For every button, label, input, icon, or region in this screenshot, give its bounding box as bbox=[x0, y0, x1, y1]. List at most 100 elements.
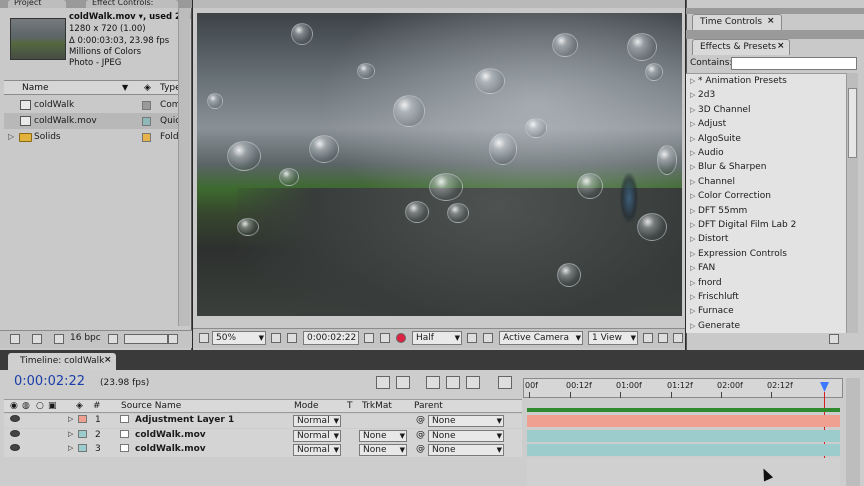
live-update-icon[interactable] bbox=[376, 376, 390, 389]
timeline-layer-row[interactable]: ▷ 1 Adjustment Layer 1 Normal ▼ @ None ▼ bbox=[4, 414, 522, 428]
layer-duration-bar[interactable] bbox=[527, 429, 840, 442]
project-item[interactable]: ▷ Solids Fold bbox=[4, 129, 188, 145]
expand-triangle-icon[interactable]: ▷ bbox=[690, 247, 698, 261]
bit-depth-button[interactable]: 16 bpc bbox=[70, 333, 101, 343]
effects-category[interactable]: ▷ Distort bbox=[690, 232, 728, 246]
new-folder-icon[interactable] bbox=[32, 334, 42, 344]
timeline-current-time[interactable]: 0:00:02:22 bbox=[14, 374, 85, 389]
effects-category[interactable]: ▷ Blur & Sharpen bbox=[690, 160, 766, 174]
work-area-bar[interactable] bbox=[527, 408, 840, 412]
expand-triangle-icon[interactable]: ▷ bbox=[8, 129, 14, 145]
expand-triangle-icon[interactable]: ▷ bbox=[690, 290, 698, 304]
tab-effects-presets[interactable]: Effects & Presets × bbox=[692, 39, 790, 55]
column-source-name[interactable]: Source Name bbox=[121, 401, 181, 411]
camera-dropdown[interactable]: Active Camera ▼ bbox=[499, 331, 583, 345]
effects-category[interactable]: ▷ DFT Digital Film Lab 2 bbox=[690, 218, 796, 232]
expand-triangle-icon[interactable]: ▷ bbox=[690, 74, 698, 88]
expand-triangle-icon[interactable]: ▷ bbox=[690, 261, 698, 275]
solo-icon[interactable]: ○ bbox=[36, 401, 44, 411]
timeline-layer-row[interactable]: ▷ 3 coldWalk.mov Normal ▼ None ▼ @ None ▼ bbox=[4, 443, 522, 457]
layer-trkmat-dropdown[interactable]: None ▼ bbox=[359, 429, 407, 442]
new-preset-icon[interactable] bbox=[829, 334, 839, 344]
layer-parent-dropdown[interactable]: None ▼ bbox=[428, 429, 504, 442]
audio-icon[interactable]: ◍ bbox=[22, 401, 30, 411]
expand-triangle-icon[interactable]: ▷ bbox=[690, 132, 698, 146]
effects-category[interactable]: ▷ * Animation Presets bbox=[690, 74, 787, 88]
effects-category[interactable]: ▷ AlgoSuite bbox=[690, 132, 741, 146]
tab-time-controls[interactable]: Time Controls × bbox=[692, 14, 782, 30]
expand-triangle-icon[interactable]: ▷ bbox=[690, 232, 698, 246]
effects-category[interactable]: ▷ DFT 55mm bbox=[690, 204, 747, 218]
project-item[interactable]: coldWalk Com bbox=[4, 97, 188, 113]
parent-pickwhip-icon[interactable]: @ bbox=[416, 444, 425, 454]
project-scrollbar[interactable] bbox=[178, 8, 190, 326]
expand-triangle-icon[interactable]: ▷ bbox=[690, 319, 698, 333]
expand-triangle-icon[interactable]: ▷ bbox=[690, 276, 698, 290]
tab-timeline-coldwalk[interactable]: Timeline: coldWalk × bbox=[8, 353, 116, 370]
snapshot-icon[interactable] bbox=[364, 333, 374, 343]
label-column-icon[interactable]: ◈ bbox=[144, 83, 151, 93]
eye-icon[interactable] bbox=[10, 415, 20, 422]
hide-shy-layers-icon[interactable] bbox=[426, 376, 440, 389]
layer-label-swatch[interactable] bbox=[78, 429, 87, 438]
motion-blur-icon[interactable] bbox=[466, 376, 480, 389]
expand-triangle-icon[interactable]: ▷ bbox=[690, 146, 698, 160]
lock-icon[interactable]: ▣ bbox=[48, 401, 57, 411]
interpret-footage-icon[interactable] bbox=[10, 334, 20, 344]
expand-triangle-icon[interactable]: ▷ bbox=[690, 117, 698, 131]
expand-triangle-icon[interactable]: ▷ bbox=[68, 444, 73, 452]
expand-triangle-icon[interactable]: ▷ bbox=[68, 430, 73, 438]
effects-category[interactable]: ▷ Color Correction bbox=[690, 189, 771, 203]
av-features-eye-icon[interactable]: ◉ bbox=[10, 401, 18, 411]
close-icon[interactable]: × bbox=[104, 355, 112, 365]
layer-trkmat-dropdown[interactable]: None ▼ bbox=[359, 444, 407, 456]
timeline-scrollbar[interactable] bbox=[846, 378, 860, 486]
eye-icon[interactable] bbox=[10, 444, 20, 451]
graph-editor-icon[interactable] bbox=[498, 376, 512, 389]
close-icon[interactable]: × bbox=[767, 16, 775, 26]
layer-duration-bar[interactable] bbox=[527, 415, 840, 427]
expand-triangle-icon[interactable]: ▷ bbox=[690, 160, 698, 174]
project-item[interactable]: coldWalk.mov Quic bbox=[4, 113, 188, 129]
label-swatch[interactable] bbox=[142, 101, 151, 110]
expand-triangle-icon[interactable]: ▷ bbox=[68, 415, 73, 423]
label-column-icon[interactable]: ◈ bbox=[76, 401, 83, 411]
sort-chevron-icon[interactable]: ▼ bbox=[122, 83, 128, 92]
effects-category[interactable]: ▷ Expression Controls bbox=[690, 247, 787, 261]
effects-category[interactable]: ▷ Adjust bbox=[690, 117, 726, 131]
layer-mode-dropdown[interactable]: Normal ▼ bbox=[293, 429, 341, 442]
timeline-icon[interactable] bbox=[673, 333, 683, 343]
always-preview-icon[interactable] bbox=[199, 333, 209, 343]
label-swatch[interactable] bbox=[142, 133, 151, 142]
close-icon[interactable]: × bbox=[777, 41, 785, 51]
effects-scroll-thumb[interactable] bbox=[848, 88, 857, 158]
magnification-dropdown[interactable]: 50% ▼ bbox=[212, 331, 266, 345]
column-name[interactable]: Name bbox=[22, 83, 49, 93]
region-of-interest-icon[interactable] bbox=[467, 333, 477, 343]
effects-category[interactable]: ▷ Audio bbox=[690, 146, 724, 160]
expand-triangle-icon[interactable]: ▷ bbox=[690, 189, 698, 203]
toggle-pixel-aspect-icon[interactable] bbox=[643, 333, 653, 343]
expand-triangle-icon[interactable]: ▷ bbox=[690, 175, 698, 189]
effects-search-input[interactable] bbox=[731, 57, 857, 70]
expand-triangle-icon[interactable]: ▷ bbox=[690, 218, 698, 232]
current-time-display[interactable]: 0:00:02:22 bbox=[303, 331, 359, 345]
effects-category[interactable]: ▷ fnord bbox=[690, 276, 722, 290]
expand-triangle-icon[interactable]: ▷ bbox=[690, 204, 698, 218]
show-snapshot-icon[interactable] bbox=[380, 333, 390, 343]
fast-previews-icon[interactable] bbox=[658, 333, 668, 343]
layer-name[interactable]: coldWalk.mov bbox=[135, 444, 206, 454]
layer-mode-dropdown[interactable]: Normal ▼ bbox=[293, 444, 341, 456]
new-comp-icon[interactable] bbox=[54, 334, 64, 344]
effects-category[interactable]: ▷ Frischluft bbox=[690, 290, 739, 304]
expand-triangle-icon[interactable]: ▷ bbox=[690, 88, 698, 102]
layer-name[interactable]: Adjustment Layer 1 bbox=[135, 415, 234, 425]
layer-duration-bar[interactable] bbox=[527, 444, 840, 456]
view-layout-dropdown[interactable]: 1 View ▼ bbox=[588, 331, 638, 345]
composition-viewer[interactable] bbox=[197, 13, 682, 316]
frame-blending-icon[interactable] bbox=[446, 376, 460, 389]
effects-category[interactable]: ▷ Generate bbox=[690, 319, 740, 333]
mask-visibility-icon[interactable] bbox=[287, 333, 297, 343]
scroll-right-icon[interactable] bbox=[168, 334, 178, 344]
layer-name[interactable]: coldWalk.mov bbox=[135, 430, 206, 440]
